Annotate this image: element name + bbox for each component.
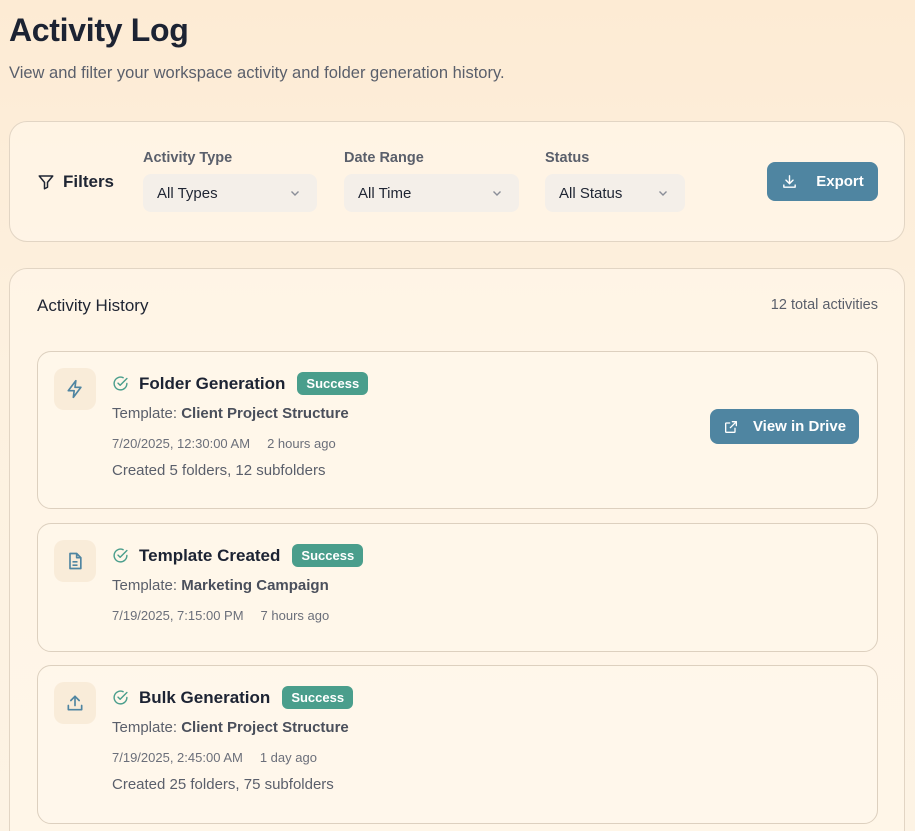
template-name: Marketing Campaign [181, 577, 329, 594]
upload-icon [67, 695, 83, 711]
page-title: Activity Log [9, 12, 189, 48]
activity-card: Folder Generation Success Template: Clie… [37, 351, 878, 509]
page-subtitle: View and filter your workspace activity … [9, 64, 505, 82]
activity-name: Folder Generation [139, 373, 286, 393]
date-range-value: All Time [358, 184, 412, 202]
check-circle-icon [112, 375, 129, 392]
activity-type-label: Activity Type [143, 150, 233, 166]
activity-type-icon-box [54, 368, 96, 410]
chevron-down-icon [493, 191, 501, 196]
activity-history-title: Activity History [37, 296, 149, 315]
activity-type-value: All Types [157, 184, 218, 202]
filters-panel: Filters Activity Type All Types Date Ran… [9, 121, 905, 242]
date-range-filter: Date Range All Time [344, 150, 519, 212]
activity-datetime: 7/19/2025, 7:15:00 PM [112, 608, 244, 623]
status-label: Status [545, 150, 590, 166]
chevron-down-icon [659, 191, 667, 196]
template-prefix: Template: [112, 577, 178, 594]
activity-datetime: 7/20/2025, 12:30:00 AM [112, 436, 251, 451]
activity-count: 12 total activities [770, 297, 878, 313]
check-circle-icon [112, 547, 129, 564]
activity-name: Template Created [139, 545, 281, 565]
activity-type-select[interactable]: All Types [143, 174, 317, 212]
activity-header: Folder Generation Success [112, 372, 369, 395]
view-in-drive-label: View in Drive [752, 418, 847, 435]
activity-detail: Created 25 folders, 75 subfolders [112, 776, 334, 793]
filters-heading: Filters [37, 172, 114, 192]
status-select[interactable]: All Status [545, 174, 685, 212]
activity-name: Bulk Generation [139, 687, 271, 707]
activity-type-filter: Activity Type All Types [143, 150, 317, 212]
status-value: All Status [559, 184, 623, 202]
activity-header: Bulk Generation Success [112, 686, 354, 709]
activity-template: Template: Client Project Structure [112, 405, 349, 422]
activity-header: Template Created Success [112, 544, 364, 567]
activity-history-panel: Activity History 12 total activities Fol… [9, 268, 905, 831]
activity-template: Template: Marketing Campaign [112, 577, 329, 594]
date-range-select[interactable]: All Time [344, 174, 519, 212]
activity-relative-time: 1 day ago [259, 750, 317, 765]
export-button[interactable]: Export [767, 162, 878, 201]
status-badge: Success [292, 544, 364, 567]
filters-label: Filters [63, 172, 115, 191]
template-name: Client Project Structure [181, 405, 349, 422]
activity-template: Template: Client Project Structure [112, 719, 349, 736]
view-in-drive-button[interactable]: View in Drive [710, 409, 859, 444]
activity-meta: 7/20/2025, 12:30:00 AM 2 hours ago [112, 436, 336, 451]
activity-log-page: Activity Log View and filter your worksp… [0, 0, 915, 831]
activity-type-icon-box [54, 682, 96, 724]
filter-icon [38, 175, 54, 190]
external-link-icon [724, 420, 737, 433]
activity-type-icon-box [54, 540, 96, 582]
status-badge: Success [297, 372, 369, 395]
export-label: Export [816, 173, 864, 190]
activity-relative-time: 7 hours ago [260, 608, 330, 623]
activity-card: Bulk Generation Success Template: Client… [37, 665, 878, 824]
template-name: Client Project Structure [181, 719, 349, 736]
activity-detail: Created 5 folders, 12 subfolders [112, 462, 326, 479]
lightning-icon [67, 379, 82, 399]
activity-meta: 7/19/2025, 2:45:00 AM 1 day ago [112, 750, 317, 765]
document-icon [69, 552, 82, 570]
activity-relative-time: 2 hours ago [267, 436, 336, 451]
date-range-label: Date Range [344, 150, 424, 166]
activity-meta: 7/19/2025, 7:15:00 PM 7 hours ago [112, 608, 329, 623]
status-filter: Status All Status [545, 150, 685, 212]
template-prefix: Template: [112, 719, 178, 736]
check-circle-icon [112, 689, 129, 706]
template-prefix: Template: [112, 405, 178, 422]
chevron-down-icon [291, 191, 299, 196]
download-icon [783, 175, 797, 188]
status-badge: Success [282, 686, 354, 709]
activity-datetime: 7/19/2025, 2:45:00 AM [112, 750, 243, 765]
activity-card: Template Created Success Template: Marke… [37, 523, 878, 652]
